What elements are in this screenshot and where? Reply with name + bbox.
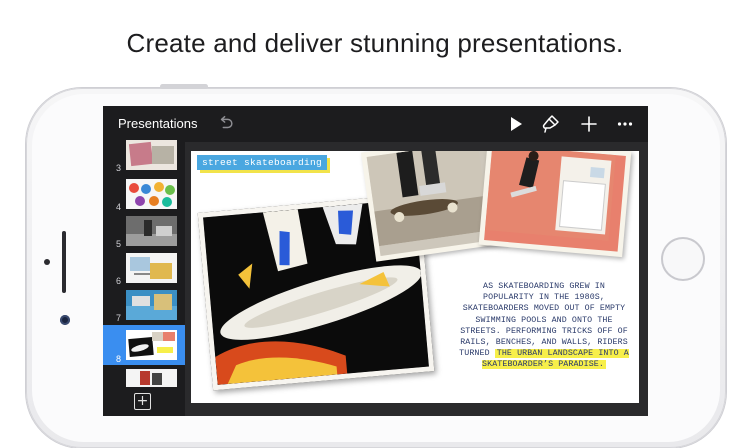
play-icon[interactable] bbox=[506, 114, 526, 134]
thumbnail-image bbox=[126, 290, 177, 320]
thumbnail-image bbox=[126, 140, 177, 170]
slide-number: 7 bbox=[116, 313, 122, 323]
headline: Create and deliver stunning presentation… bbox=[126, 28, 624, 58]
slide-number: 8 bbox=[116, 354, 122, 364]
slide-navigator: 3 4 5 6 7 8 + bbox=[103, 140, 185, 416]
slide-title[interactable]: street skateboarding bbox=[197, 155, 328, 170]
slide-thumbnail-6[interactable]: 6 bbox=[103, 251, 185, 287]
thumbnail-image bbox=[126, 253, 177, 283]
earpiece-speaker bbox=[62, 231, 66, 293]
paintbrush-icon[interactable] bbox=[541, 114, 561, 134]
slide-number: 3 bbox=[116, 163, 122, 173]
toolbar: Presentations bbox=[103, 106, 648, 142]
current-slide[interactable]: street skateboarding AS SKATEBOARDING GR… bbox=[191, 151, 639, 403]
app-screen: Presentations 3 4 5 6 7 8 + street skate… bbox=[103, 106, 648, 416]
undo-arrow-icon[interactable] bbox=[217, 114, 235, 132]
home-button[interactable] bbox=[661, 237, 705, 281]
thumbnail-image bbox=[126, 330, 177, 360]
slide-thumbnail-5[interactable]: 5 bbox=[103, 214, 185, 250]
slide-thumbnail-4[interactable]: 4 bbox=[103, 177, 185, 213]
slide-thumbnail-8[interactable]: 8 bbox=[103, 325, 185, 365]
power-button bbox=[160, 84, 208, 89]
more-ellipsis-icon[interactable] bbox=[615, 114, 635, 134]
thumbnail-image bbox=[126, 216, 177, 246]
thumbnail-image bbox=[126, 369, 177, 387]
slide-thumbnail-7[interactable]: 7 bbox=[103, 288, 185, 324]
slide-number: 6 bbox=[116, 276, 122, 286]
front-camera bbox=[60, 315, 70, 325]
presentations-back-button[interactable]: Presentations bbox=[118, 116, 198, 131]
slide-number: 4 bbox=[116, 202, 122, 212]
add-slide-icon[interactable]: + bbox=[134, 393, 151, 410]
slide-thumbnail-3[interactable]: 3 bbox=[103, 138, 185, 174]
slide-number: 5 bbox=[116, 239, 122, 249]
slide-body-text[interactable]: AS SKATEBOARDING GREW IN POPULARITY IN T… bbox=[459, 281, 629, 371]
skateboard-photo-3[interactable] bbox=[478, 151, 632, 258]
thumbnail-image bbox=[126, 179, 177, 209]
body-text-highlighted: THE URBAN LANDSCAPE INTO A SKATEBOARDER’… bbox=[482, 349, 629, 370]
sensor-dot bbox=[44, 259, 50, 265]
plus-icon[interactable] bbox=[579, 114, 599, 134]
body-text-plain: AS SKATEBOARDING GREW IN POPULARITY IN T… bbox=[459, 282, 628, 359]
